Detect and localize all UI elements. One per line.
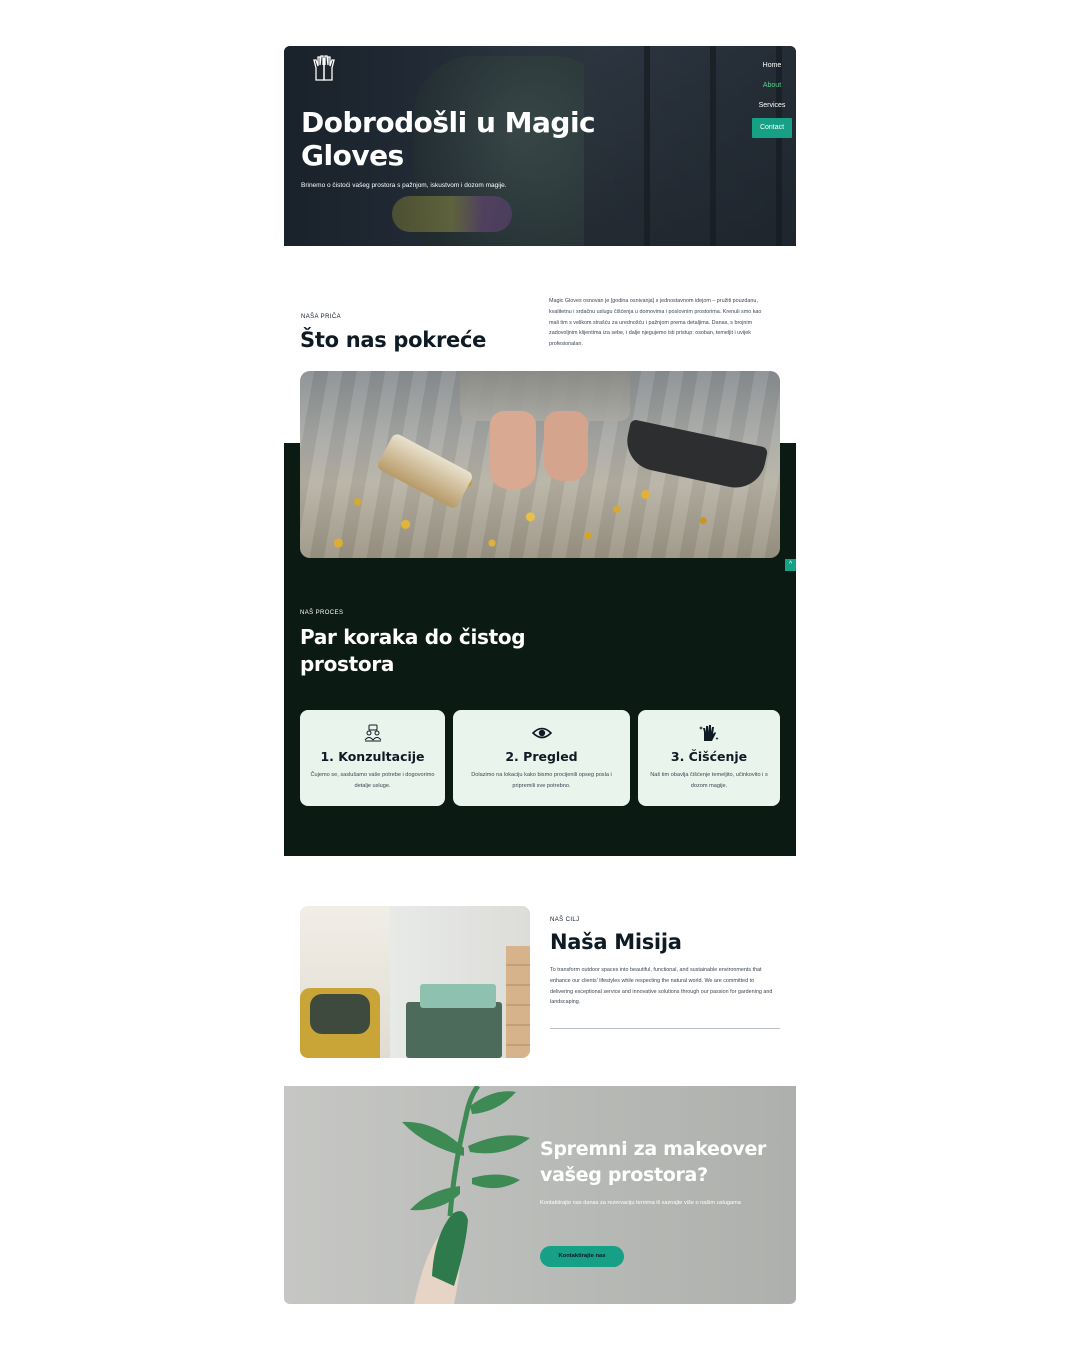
photo-cushion xyxy=(310,994,370,1034)
step-text: Čujemo se, saslušamo vaše potrebe i dogo… xyxy=(310,772,435,789)
step-text: Dolazimo na lokaciju kako bismo procijen… xyxy=(471,772,612,789)
step-title: 1. Konzultacije xyxy=(320,749,425,764)
hero-subtitle: Brinemo o čistoći vašeg prostora s pažnj… xyxy=(301,182,507,189)
process-title: Par koraka do čistog prostora xyxy=(300,625,526,676)
step-title: 2. Pregled xyxy=(505,749,578,764)
contact-us-button[interactable]: Kontaktirajte nas xyxy=(540,1246,624,1267)
nav-contact-button[interactable]: Contact xyxy=(752,118,792,138)
mission-eyebrow: NAŠ CILJ xyxy=(550,917,580,923)
story-text: Magic Gloves osnovan je [godina osnivanj… xyxy=(549,298,762,348)
scroll-top-button[interactable]: ^ xyxy=(785,559,796,571)
process-step-card: 2. Pregled Dolazimo na lokaciju kako bis… xyxy=(453,710,630,806)
step-title: 3. Čišćenje xyxy=(670,749,748,764)
photo-pants xyxy=(460,371,630,421)
photo-cart xyxy=(406,1002,502,1058)
photo-boxes xyxy=(506,946,530,1058)
divider xyxy=(550,1028,780,1029)
photo-foot-left xyxy=(490,411,536,489)
eye-icon xyxy=(531,724,552,742)
step-text: Naš tim obavlja čišćenje temeljito, učin… xyxy=(650,772,768,789)
main-nav: Home About Services Contact xyxy=(752,56,792,138)
cleaning-confetti-photo xyxy=(300,371,780,558)
photo-foot-right xyxy=(544,411,588,481)
story-eyebrow: NAŠA PRIČA xyxy=(301,314,342,320)
mission-title: Naša Misija xyxy=(550,930,682,954)
nav-services[interactable]: Services xyxy=(752,96,792,116)
process-step-card: 1. Konzultacije Čujemo se, saslušamo vaš… xyxy=(300,710,445,806)
photo-basket xyxy=(420,984,496,1008)
nav-home[interactable]: Home xyxy=(752,56,792,76)
gloves-logo-icon[interactable] xyxy=(312,54,336,82)
cta-title: Spremni za makeover vašeg prostora? xyxy=(540,1138,767,1186)
cta-text: Kontaktirajte nas danas za rezervaciju t… xyxy=(540,1200,741,1206)
process-eyebrow: NAŠ PROCES xyxy=(300,610,344,616)
consultation-icon xyxy=(363,724,383,742)
cta-section: Spremni za makeover vašeg prostora? Kont… xyxy=(284,1086,796,1304)
story-title: Što nas pokreće xyxy=(300,328,487,352)
process-step-card: 3. Čišćenje Naš tim obavlja čišćenje tem… xyxy=(638,710,780,806)
mission-text: To transform outdoor spaces into beautif… xyxy=(550,967,773,1006)
glove-sparkle-icon xyxy=(699,724,719,742)
plant-hand-image xyxy=(402,1086,530,1304)
hero-title: Dobrodošli u Magic Gloves xyxy=(301,106,596,172)
nav-about[interactable]: About xyxy=(752,76,792,96)
hero-section: Home About Services Contact Dobrodošli u… xyxy=(284,46,796,246)
organizing-photo xyxy=(300,906,530,1058)
